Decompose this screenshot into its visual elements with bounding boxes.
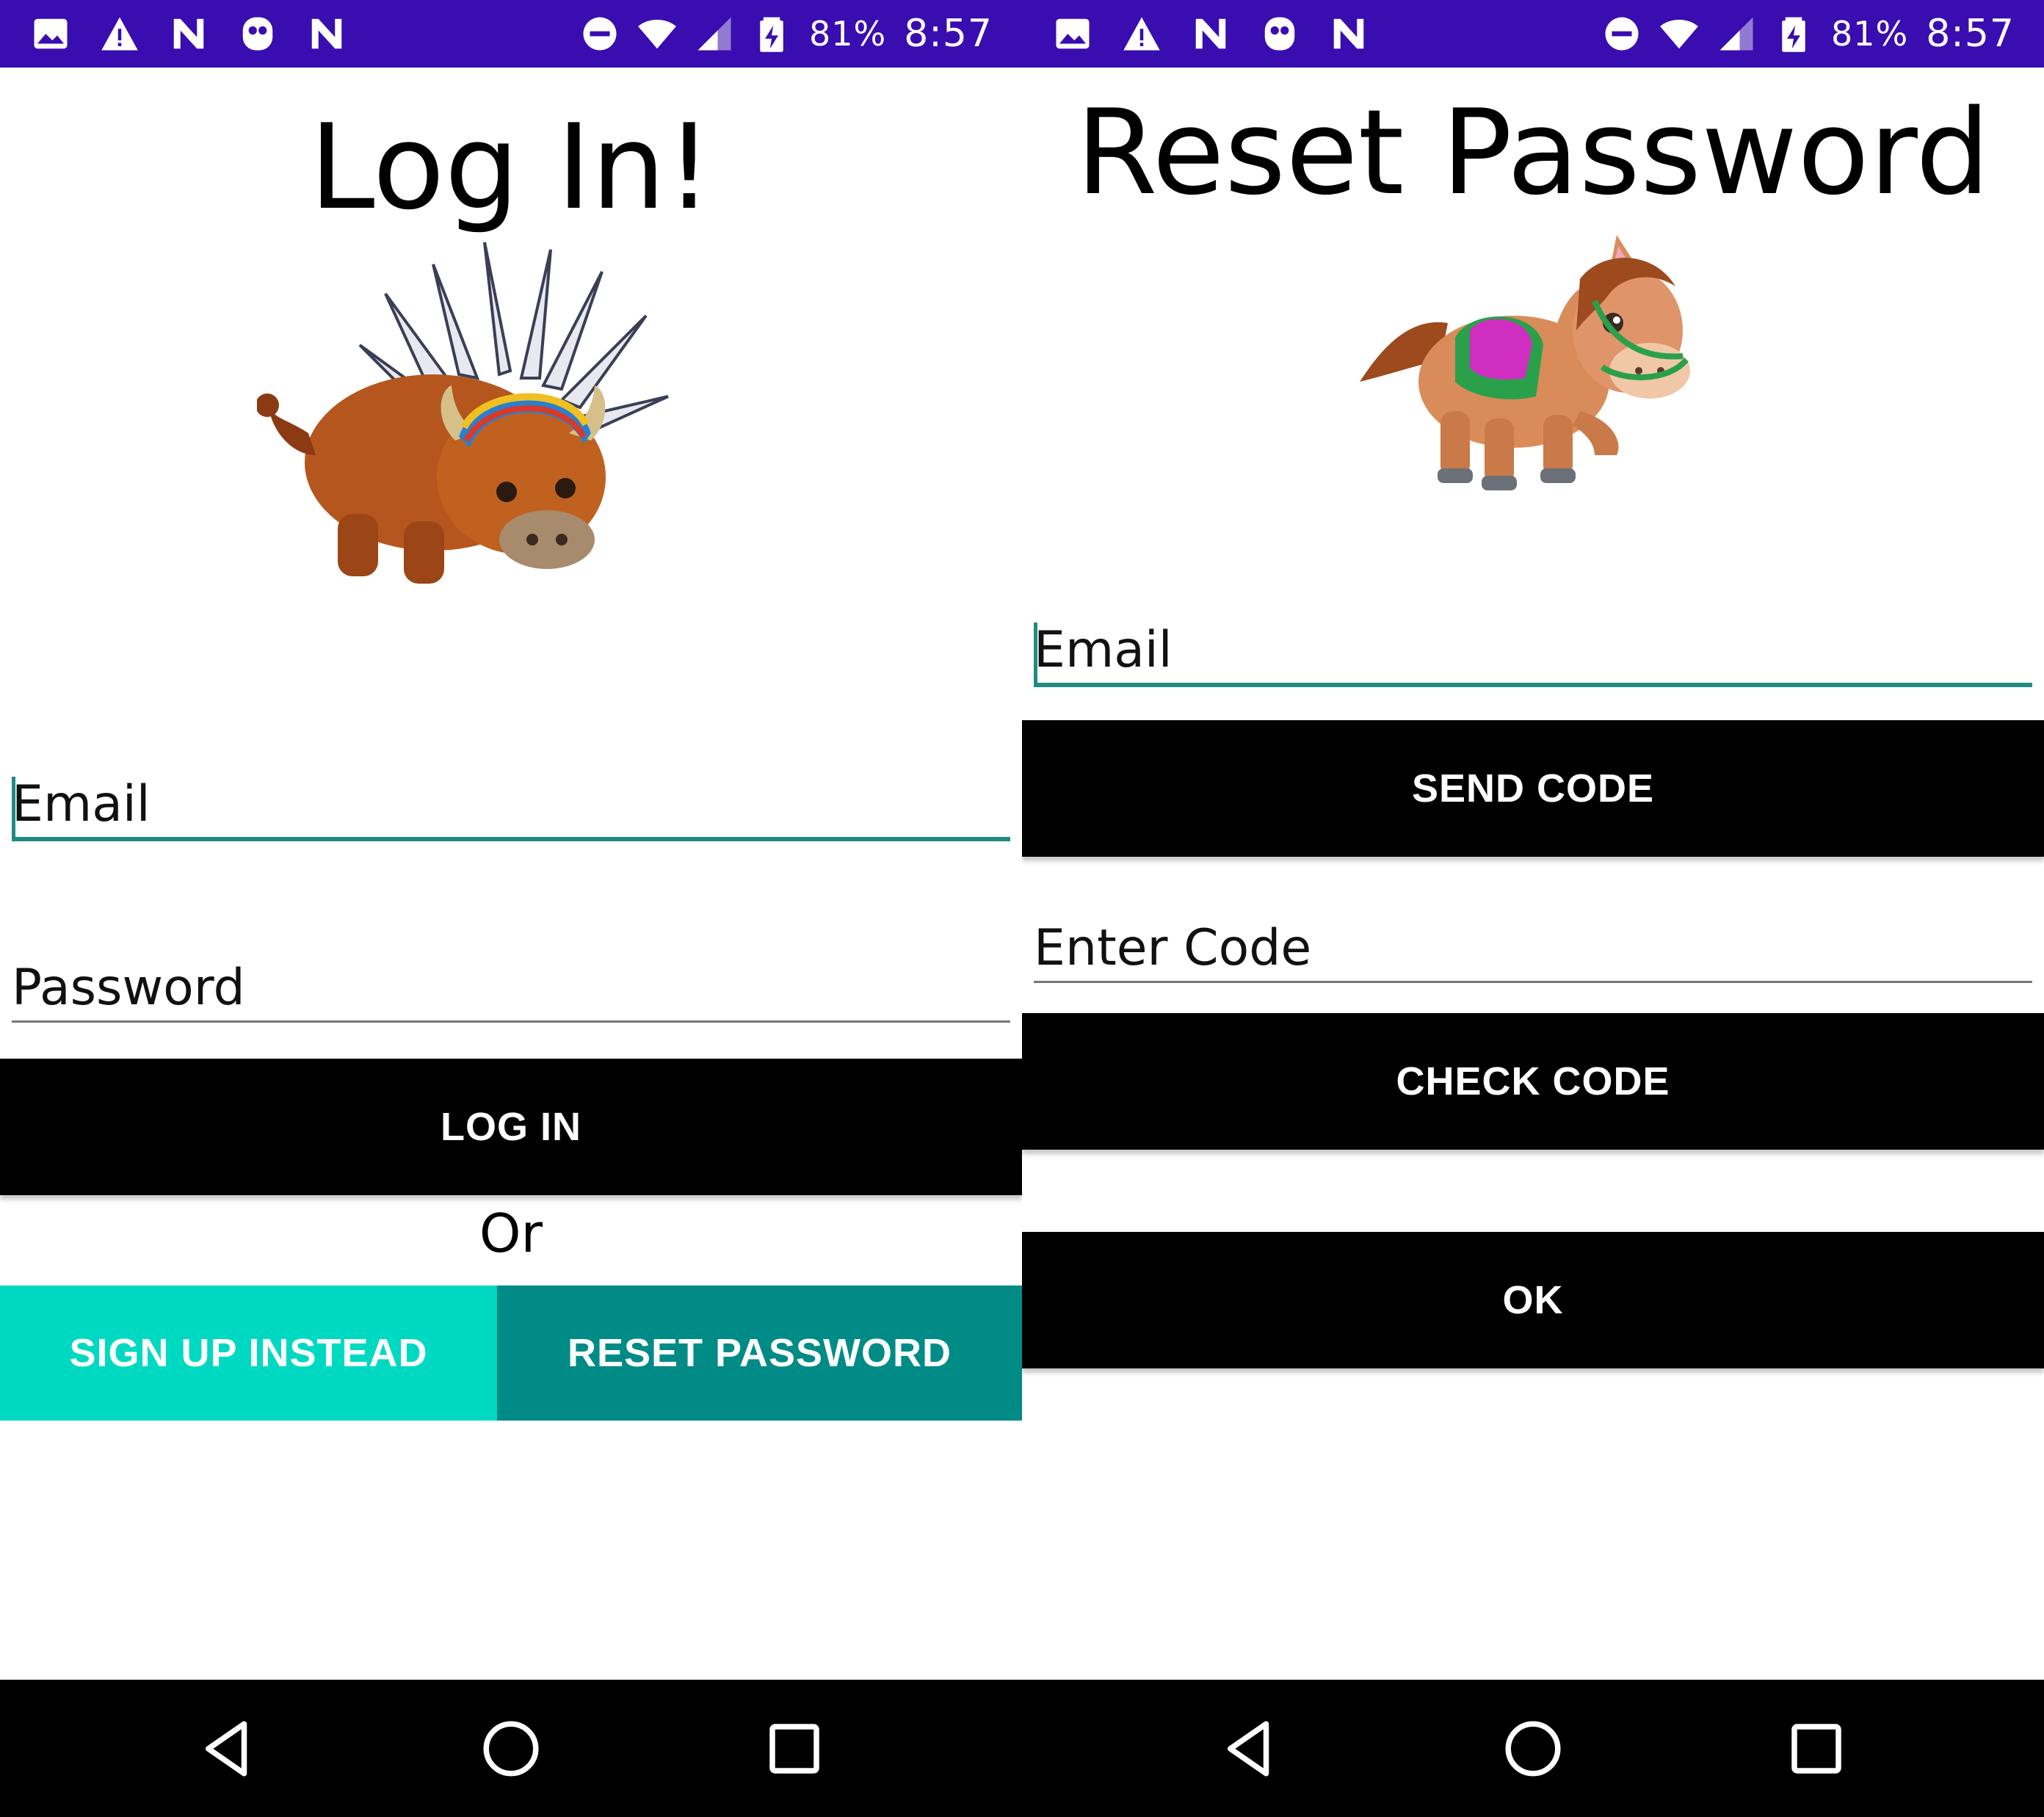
email-underline: [12, 837, 1010, 841]
email-input[interactable]: [12, 771, 1010, 837]
recents-icon[interactable]: [758, 1712, 831, 1785]
n-icon: [169, 14, 209, 54]
home-icon[interactable]: [1496, 1712, 1570, 1785]
wifi-icon: [1659, 14, 1699, 54]
code-field[interactable]: [1034, 915, 2032, 983]
check-code-button[interactable]: CHECK CODE: [1022, 1013, 2044, 1150]
email-field[interactable]: [12, 771, 1010, 841]
email-field[interactable]: [1034, 617, 2032, 687]
password-field[interactable]: [12, 954, 1010, 1023]
email-input[interactable]: [1034, 617, 2032, 683]
do-not-disturb-icon: [1602, 14, 1642, 54]
recents-icon[interactable]: [1780, 1712, 1853, 1785]
ok-button[interactable]: OK: [1022, 1232, 2044, 1368]
n-icon: [1329, 14, 1369, 54]
n-icon: [1191, 14, 1231, 54]
text-caret: [1034, 623, 1037, 683]
login-screen: 81% 8:57 Log In! Email LOG IN Or SIGN UP…: [0, 0, 1022, 1817]
back-icon[interactable]: [191, 1712, 264, 1785]
buffalo-mascot-image: [257, 242, 669, 584]
clock: 8:57: [1926, 12, 2015, 56]
image-icon: [31, 14, 70, 54]
n-icon: [307, 14, 347, 54]
ghost-icon: [238, 14, 278, 54]
warning-icon: [1122, 14, 1161, 54]
image-icon: [1053, 14, 1092, 54]
password-underline: [12, 1020, 1010, 1023]
battery-charging-icon: [752, 14, 791, 54]
do-not-disturb-icon: [580, 14, 620, 54]
warning-icon: [100, 14, 139, 54]
code-underline: [1034, 981, 2032, 983]
pony-mascot-image: [1360, 235, 1690, 490]
login-button[interactable]: LOG IN: [0, 1059, 1022, 1195]
code-input[interactable]: [1034, 915, 2032, 981]
send-code-button[interactable]: SEND CODE: [1022, 720, 2044, 857]
back-icon[interactable]: [1213, 1712, 1286, 1785]
status-bar: 81% 8:57: [1022, 0, 2044, 68]
status-bar: 81% 8:57: [0, 0, 1022, 68]
text-caret: [12, 777, 15, 837]
page-title: Reset Password: [1076, 84, 1990, 221]
home-icon[interactable]: [474, 1712, 548, 1785]
clock: 8:57: [904, 12, 993, 56]
password-input[interactable]: [12, 954, 1010, 1020]
cell-signal-icon: [1717, 14, 1756, 54]
email-underline: [1034, 683, 2032, 687]
page-title: Log In!: [309, 98, 713, 236]
cell-signal-icon: [695, 14, 734, 54]
reset-password-screen: 81% 8:57 Reset Password Email SEND CODE …: [1022, 0, 2044, 1817]
sign-up-instead-button[interactable]: SIGN UP INSTEAD: [0, 1285, 497, 1421]
reset-password-button[interactable]: RESET PASSWORD: [497, 1285, 1022, 1421]
navigation-bar: [1022, 1680, 2044, 1817]
wifi-icon: [637, 14, 677, 54]
navigation-bar: [0, 1680, 1022, 1817]
or-divider-text: Or: [479, 1203, 543, 1264]
battery-charging-icon: [1774, 14, 1813, 54]
battery-percent: 81%: [808, 14, 887, 54]
ghost-icon: [1260, 14, 1300, 54]
battery-percent: 81%: [1830, 14, 1909, 54]
